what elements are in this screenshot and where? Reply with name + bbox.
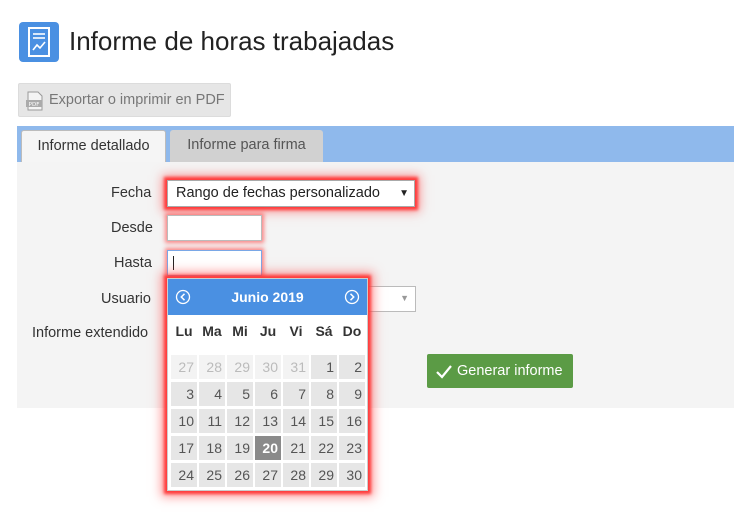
fecha-label: Fecha xyxy=(111,185,152,201)
datepicker-month-title: Junio 2019 xyxy=(231,289,304,305)
export-pdf-button[interactable]: PDF Exportar o imprimir en PDF xyxy=(18,83,231,117)
weekday-header: Mi xyxy=(232,323,248,339)
calendar-day[interactable]: 6 xyxy=(254,381,282,407)
calendar-day[interactable]: 29 xyxy=(226,354,254,380)
calendar-day[interactable]: 7 xyxy=(282,381,310,407)
calendar-day[interactable]: 4 xyxy=(198,381,226,407)
tab-informe-detallado[interactable]: Informe detallado xyxy=(21,130,166,162)
chevron-down-icon: ▼ xyxy=(400,293,409,303)
calendar-day[interactable]: 29 xyxy=(310,462,338,488)
datepicker-weekdays: Lu Ma Mi Ju Vi Sá Do xyxy=(168,323,367,343)
tab-informe-para-firma[interactable]: Informe para firma xyxy=(170,130,323,162)
text-cursor xyxy=(173,256,174,270)
calendar-day[interactable]: 26 xyxy=(226,462,254,488)
desde-label: Desde xyxy=(111,220,153,236)
calendar-day[interactable]: 8 xyxy=(310,381,338,407)
calendar-day[interactable]: 19 xyxy=(226,435,254,461)
calendar-day[interactable]: 13 xyxy=(254,408,282,434)
calendar-day[interactable]: 9 xyxy=(338,381,366,407)
calendar-day[interactable]: 11 xyxy=(198,408,226,434)
calendar-day[interactable]: 31 xyxy=(282,354,310,380)
weekday-header: Vi xyxy=(289,323,303,339)
calendar-day[interactable]: 14 xyxy=(282,408,310,434)
weekday-header: Ma xyxy=(202,323,222,339)
weekday-header: Lu xyxy=(175,323,193,339)
datepicker-header: Junio 2019 xyxy=(168,279,367,315)
calendar-day[interactable]: 21 xyxy=(282,435,310,461)
weekday-header: Sá xyxy=(315,323,333,339)
export-pdf-label: Exportar o imprimir en PDF xyxy=(49,92,225,108)
chevron-down-icon: ▼ xyxy=(399,188,409,199)
calendar-day-today[interactable]: 20 xyxy=(254,435,282,461)
calendar-day[interactable]: 1 xyxy=(310,354,338,380)
calendar-day[interactable]: 5 xyxy=(226,381,254,407)
calendar-day[interactable]: 2 xyxy=(338,354,366,380)
calendar-day[interactable]: 23 xyxy=(338,435,366,461)
weekday-header: Ju xyxy=(259,323,277,339)
calendar-day[interactable]: 16 xyxy=(338,408,366,434)
calendar-day[interactable]: 27 xyxy=(254,462,282,488)
usuario-select[interactable]: ▼ xyxy=(368,286,416,312)
calendar-day[interactable]: 10 xyxy=(170,408,198,434)
calendar-day[interactable]: 28 xyxy=(198,354,226,380)
generate-report-button[interactable]: Generar informe xyxy=(427,354,573,388)
hasta-input[interactable] xyxy=(167,250,262,276)
report-chart-icon xyxy=(19,22,59,62)
fecha-select-value: Rango de fechas personalizado xyxy=(176,185,380,201)
calendar-day[interactable]: 27 xyxy=(170,354,198,380)
calendar-day[interactable]: 18 xyxy=(198,435,226,461)
calendar-day[interactable]: 24 xyxy=(170,462,198,488)
calendar-day[interactable]: 30 xyxy=(254,354,282,380)
calendar-day[interactable]: 25 xyxy=(198,462,226,488)
weekday-header: Do xyxy=(342,323,362,339)
calendar-day[interactable]: 22 xyxy=(310,435,338,461)
generate-report-label: Generar informe xyxy=(457,363,563,379)
pdf-icon: PDF xyxy=(25,91,45,111)
fecha-select[interactable]: Rango de fechas personalizado ▼ xyxy=(167,180,415,207)
datepicker-popup: Junio 2019 Lu Ma Mi Ju Vi Sá Do 27 28 29 30 31 1 2 3 4… xyxy=(167,278,368,491)
calendar-day[interactable]: 28 xyxy=(282,462,310,488)
usuario-label: Usuario xyxy=(101,291,151,307)
informe-extendido-label: Informe extendido xyxy=(32,325,149,341)
calendar-day[interactable]: 15 xyxy=(310,408,338,434)
hasta-label: Hasta xyxy=(114,255,152,271)
calendar-day[interactable]: 17 xyxy=(170,435,198,461)
calendar-day[interactable]: 30 xyxy=(338,462,366,488)
chevron-right-icon[interactable] xyxy=(344,289,360,305)
svg-text:PDF: PDF xyxy=(29,102,40,108)
page-title: Informe de horas trabajadas xyxy=(69,26,395,56)
tab-bar: Informe detallado Informe para firma xyxy=(17,126,734,162)
check-icon xyxy=(435,362,453,380)
calendar-day[interactable]: 3 xyxy=(170,381,198,407)
calendar-day[interactable]: 12 xyxy=(226,408,254,434)
desde-input[interactable] xyxy=(167,215,262,241)
